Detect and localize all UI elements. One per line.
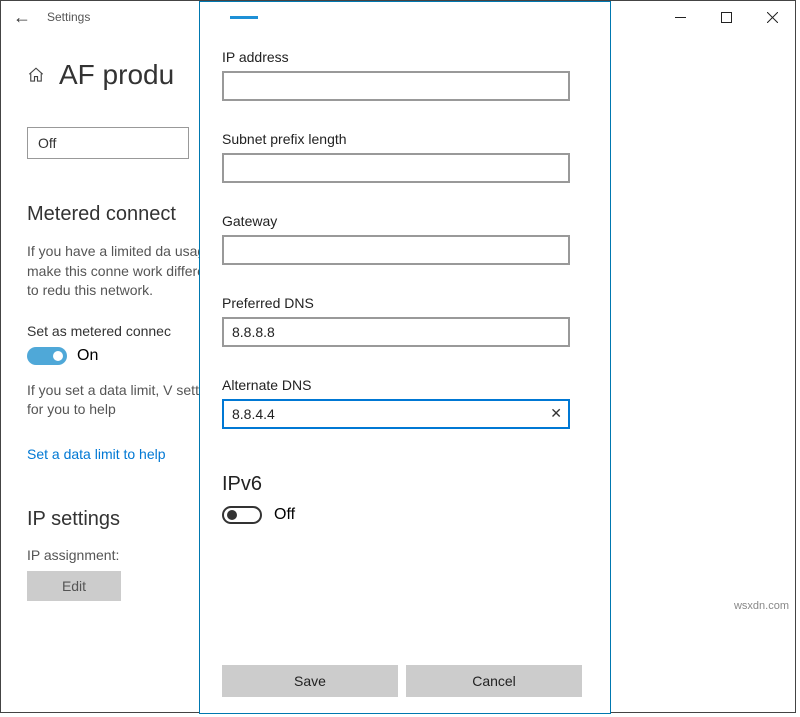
maximize-icon (721, 12, 732, 23)
home-icon (27, 66, 45, 84)
ipv6-toggle[interactable] (222, 506, 262, 524)
cancel-button[interactable]: Cancel (406, 665, 582, 697)
minimize-icon (675, 12, 686, 23)
metered-toggle[interactable] (27, 347, 67, 365)
subnet-label: Subnet prefix length (222, 131, 588, 147)
gateway-label: Gateway (222, 213, 588, 229)
metered-description: If you have a limited da usage, make thi… (27, 242, 227, 301)
save-button[interactable]: Save (222, 665, 398, 697)
data-limit-description: If you set a data limit, V setting for y… (27, 381, 227, 420)
clear-input-icon[interactable]: ✕ (550, 405, 562, 422)
dialog-tab-indicator (230, 16, 258, 19)
maximize-button[interactable] (703, 1, 749, 33)
ip-edit-dialog: IP address Subnet prefix length Gateway … (199, 1, 611, 714)
random-addr-combo[interactable]: Off (27, 127, 189, 159)
edit-button[interactable]: Edit (27, 571, 121, 601)
minimize-button[interactable] (657, 1, 703, 33)
close-button[interactable] (749, 1, 795, 33)
gateway-input[interactable] (222, 235, 570, 265)
window-title: Settings (43, 10, 90, 24)
preferred-dns-label: Preferred DNS (222, 295, 588, 311)
alternate-dns-label: Alternate DNS (222, 377, 588, 393)
subnet-input[interactable] (222, 153, 570, 183)
ipv6-title: IPv6 (222, 473, 588, 496)
preferred-dns-input[interactable] (222, 317, 570, 347)
ip-address-label: IP address (222, 49, 588, 65)
alternate-dns-input[interactable] (222, 399, 570, 429)
ipv6-toggle-state: Off (274, 506, 295, 524)
watermark: wsxdn.com (734, 600, 789, 612)
settings-window: ← Settings AF produ Use random addresses… (0, 0, 796, 713)
page-title: AF produ (59, 59, 174, 91)
metered-toggle-state: On (77, 347, 98, 365)
ip-address-input[interactable] (222, 71, 570, 101)
back-button[interactable]: ← (1, 1, 43, 33)
close-icon (767, 12, 778, 23)
